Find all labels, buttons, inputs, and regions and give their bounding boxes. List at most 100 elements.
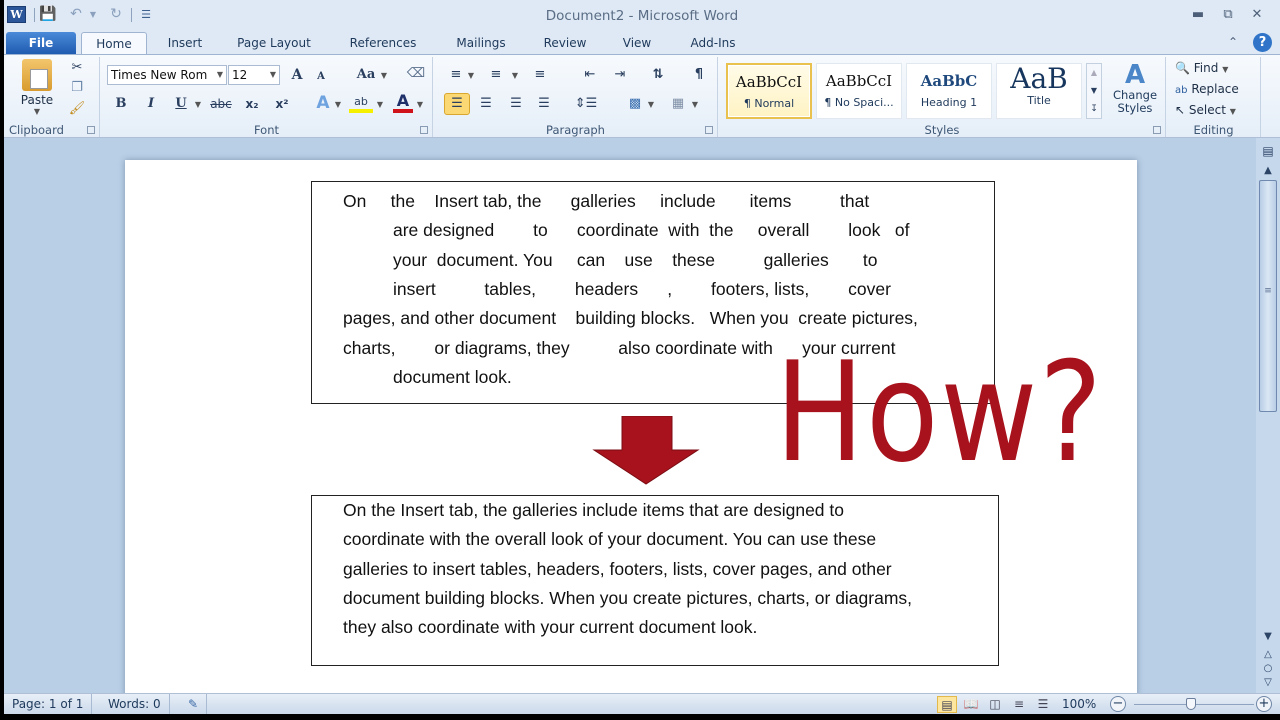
- zoom-slider-thumb[interactable]: [1186, 698, 1196, 710]
- strikethrough-button[interactable]: abc: [209, 95, 233, 113]
- zoom-in-icon[interactable]: +: [1256, 696, 1272, 712]
- style-preview: AaB: [1010, 62, 1068, 95]
- dialog-launcher-icon[interactable]: [1153, 126, 1161, 134]
- page-count[interactable]: Page: 1 of 1: [4, 694, 93, 715]
- style-heading-1[interactable]: AaBbC Heading 1: [906, 63, 992, 119]
- scroll-up-icon[interactable]: ▲: [1087, 64, 1101, 82]
- style-title[interactable]: AaB Title: [996, 62, 1082, 119]
- tab-home[interactable]: Home: [81, 32, 147, 55]
- tab-add-ins[interactable]: Add-Ins: [680, 32, 746, 54]
- align-center-button[interactable]: ☰: [476, 95, 496, 113]
- styles-gallery-scroll[interactable]: ▲ ▼ ↧: [1086, 63, 1102, 119]
- next-page-icon[interactable]: ▽: [1256, 676, 1280, 690]
- font-color-button[interactable]: A: [393, 91, 413, 113]
- align-right-button[interactable]: ☰: [506, 95, 526, 113]
- chevron-down-icon[interactable]: ▼: [466, 66, 476, 85]
- font-size-select[interactable]: 12 ▼: [228, 65, 280, 85]
- minimize-ribbon-icon[interactable]: ⌃: [1228, 35, 1238, 49]
- chevron-down-icon[interactable]: ▼: [510, 66, 520, 85]
- style-no-spacing[interactable]: AaBbCcI ¶ No Spaci...: [816, 63, 902, 119]
- select-button[interactable]: ↖ Select ▼: [1175, 103, 1255, 117]
- previous-page-icon[interactable]: △: [1256, 648, 1280, 662]
- print-layout-view-icon[interactable]: ▤: [937, 696, 957, 713]
- grow-font-button[interactable]: A: [287, 66, 307, 84]
- scroll-thumb[interactable]: ≡: [1259, 180, 1277, 412]
- dialog-launcher-icon[interactable]: [705, 126, 713, 134]
- text-line: your document. You can use these galleri…: [393, 249, 878, 270]
- select-browse-object-icon[interactable]: ○: [1256, 662, 1280, 676]
- ruler-toggle-icon[interactable]: ▤: [1256, 144, 1280, 158]
- line-spacing-icon[interactable]: ⇕☰: [572, 95, 600, 113]
- chevron-down-icon[interactable]: ▼: [379, 66, 389, 85]
- bullets-icon[interactable]: ≡: [446, 66, 466, 84]
- copy-icon[interactable]: ❐: [68, 79, 86, 97]
- multilevel-list-icon[interactable]: ≡: [528, 66, 552, 84]
- zoom-out-icon[interactable]: −: [1110, 696, 1126, 712]
- sort-icon[interactable]: ⇅: [648, 66, 668, 84]
- align-left-button[interactable]: ☰: [444, 93, 470, 115]
- tab-file[interactable]: File: [6, 32, 76, 54]
- find-button[interactable]: 🔍 Find ▼: [1175, 61, 1255, 75]
- scroll-down-icon[interactable]: ▼: [1256, 630, 1280, 644]
- change-case-button[interactable]: Aa: [355, 66, 377, 84]
- scroll-up-icon[interactable]: ▲: [1256, 164, 1280, 178]
- increase-indent-icon[interactable]: ⇥: [610, 66, 630, 84]
- clear-formatting-icon[interactable]: ⌫: [405, 65, 427, 83]
- proofing-icon[interactable]: ✎: [180, 694, 208, 715]
- chevron-down-icon[interactable]: ▼: [375, 95, 385, 114]
- shading-icon[interactable]: ▩: [624, 95, 646, 113]
- replace-button[interactable]: ab Replace: [1175, 82, 1255, 96]
- borders-icon[interactable]: ▦: [668, 95, 688, 113]
- text-box-after[interactable]: On the Insert tab, the galleries include…: [311, 495, 999, 666]
- underline-button[interactable]: U: [173, 95, 189, 113]
- tab-review[interactable]: Review: [534, 32, 596, 54]
- superscript-button[interactable]: x²: [271, 95, 293, 113]
- tab-page-layout[interactable]: Page Layout: [228, 32, 320, 54]
- draft-view-icon[interactable]: ☰: [1033, 696, 1053, 713]
- show-formatting-button[interactable]: ¶: [690, 66, 708, 84]
- minimize-icon[interactable]: ▬: [1187, 6, 1209, 24]
- style-name: Title: [1027, 94, 1051, 107]
- zoom-level[interactable]: 100%: [1062, 694, 1096, 715]
- cut-icon[interactable]: ✂: [68, 59, 86, 77]
- style-normal[interactable]: AaBbCcI ¶ Normal: [726, 63, 812, 119]
- shrink-font-button[interactable]: A: [313, 68, 329, 86]
- restore-icon[interactable]: ⧉: [1217, 6, 1239, 24]
- highlight-button[interactable]: ab: [349, 93, 373, 113]
- style-name: ¶ Normal: [743, 97, 795, 110]
- text-line: On the Insert tab, the galleries include…: [343, 191, 870, 211]
- vertical-scrollbar[interactable]: ▤ ▲ ≡ ▼ △ ○ ▽: [1256, 138, 1280, 693]
- text-effects-icon[interactable]: A: [313, 94, 333, 112]
- change-styles-button[interactable]: A Change Styles: [1109, 61, 1161, 121]
- close-icon[interactable]: ✕: [1246, 6, 1268, 24]
- outline-view-icon[interactable]: ≡: [1009, 696, 1029, 713]
- tab-references[interactable]: References: [338, 32, 428, 54]
- document-page[interactable]: On the Insert tab, the galleries include…: [125, 160, 1137, 700]
- tab-mailings[interactable]: Mailings: [444, 32, 518, 54]
- chevron-down-icon[interactable]: ▼: [690, 95, 700, 114]
- chevron-down-icon[interactable]: ▼: [193, 95, 203, 114]
- decrease-indent-icon[interactable]: ⇤: [580, 66, 600, 84]
- tab-view[interactable]: View: [614, 32, 660, 54]
- format-painter-icon[interactable]: 🖌: [68, 100, 86, 118]
- web-layout-view-icon[interactable]: ◫: [985, 696, 1005, 713]
- dialog-launcher-icon[interactable]: [87, 126, 95, 134]
- chevron-down-icon[interactable]: ▼: [646, 95, 656, 114]
- numbering-icon[interactable]: ≡: [486, 66, 506, 84]
- bold-button[interactable]: B: [113, 95, 129, 113]
- word-count[interactable]: Words: 0: [100, 694, 170, 715]
- justify-button[interactable]: ☰: [534, 95, 554, 113]
- subscript-button[interactable]: x₂: [241, 95, 263, 113]
- help-icon[interactable]: ?: [1253, 33, 1272, 52]
- paste-button[interactable]: Paste ▼: [14, 59, 60, 119]
- more-styles-icon[interactable]: ↧: [1087, 100, 1101, 118]
- chevron-down-icon[interactable]: ▼: [333, 95, 343, 114]
- dialog-launcher-icon[interactable]: [420, 126, 428, 134]
- font-name-select[interactable]: Times New Rom ▼: [107, 65, 227, 85]
- how-overlay-text: How?: [775, 332, 1104, 493]
- scroll-down-icon[interactable]: ▼: [1087, 82, 1101, 100]
- chevron-down-icon[interactable]: ▼: [415, 95, 425, 114]
- full-screen-reading-view-icon[interactable]: 📖: [961, 696, 981, 713]
- italic-button[interactable]: I: [143, 95, 159, 113]
- tab-insert[interactable]: Insert: [159, 32, 211, 54]
